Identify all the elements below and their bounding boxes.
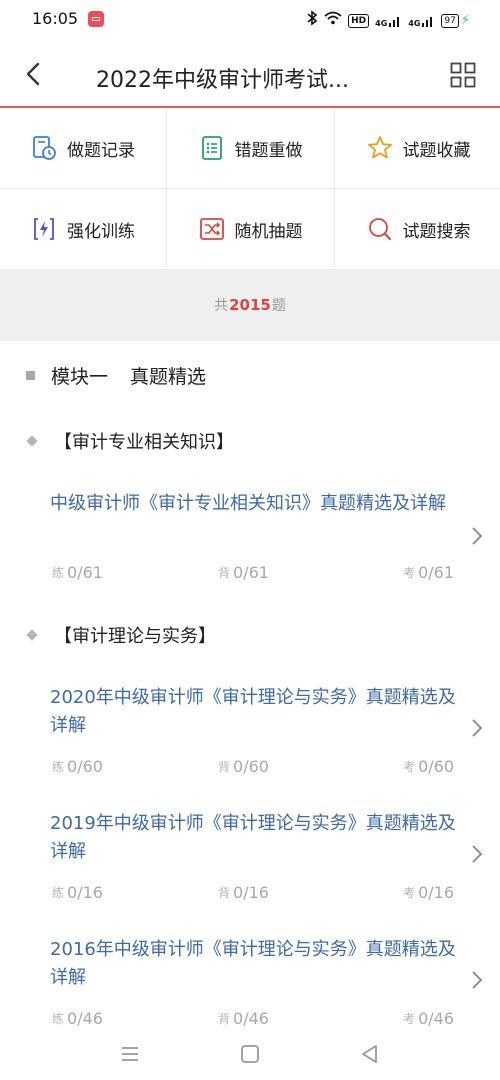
wifi-icon — [324, 11, 342, 30]
wrong-redo-button[interactable]: 错题重做 — [167, 108, 334, 188]
recite-stat: 背 0/61 — [218, 563, 269, 582]
item-title: 2020年中级审计师《审计理论与实务》真题精选及详解 — [50, 687, 456, 736]
random-pick-label: 随机抽题 — [234, 221, 303, 242]
section-header: 【审计专业相关知识】 — [26, 428, 234, 454]
system-back-button[interactable] — [358, 1042, 382, 1066]
header-bar: 2022年中级审计师考试... — [0, 40, 500, 108]
section-title: 【审计理论与实务】 — [54, 626, 216, 647]
notification-icon — [88, 11, 104, 27]
exam-stat: 考 0/46 — [403, 1009, 454, 1028]
bluetooth-icon — [306, 10, 318, 31]
item-stats: 练 0/60 背 0/60 考 0/60 — [50, 757, 454, 781]
item-stats: 练 0/16 背 0/16 考 0/16 — [50, 883, 454, 907]
intensive-training-button[interactable]: 强化训练 — [0, 189, 166, 269]
battery-icon: 97 ⚡ — [441, 13, 470, 28]
count-prefix: 共 — [214, 298, 229, 314]
favorites-button[interactable]: 试题收藏 — [335, 108, 500, 188]
history-icon — [33, 136, 56, 160]
exam-stat: 考 0/61 — [403, 563, 454, 582]
chevron-left-icon — [26, 62, 40, 86]
module-number: 模块一 — [51, 366, 109, 388]
grid-menu-button[interactable] — [450, 62, 476, 88]
question-search-button[interactable]: 试题搜索 — [335, 189, 500, 269]
grid-icon — [450, 62, 476, 88]
signal-icon-1: 4G — [375, 14, 402, 28]
item-title: 2016年中级审计师《审计理论与实务》真题精选及详解 — [50, 939, 456, 988]
exam-stat: 考 0/16 — [403, 883, 454, 902]
back-button[interactable] — [18, 58, 50, 90]
status-bar: 16:05 HD 4G 4G 97 ⚡ — [0, 0, 500, 40]
question-search-label: 试题搜索 — [402, 221, 471, 242]
back-icon — [362, 1045, 377, 1063]
home-icon — [241, 1045, 259, 1063]
hd-badge: HD — [348, 13, 370, 28]
practice-stat: 练 0/16 — [52, 883, 103, 902]
practice-stat: 练 0/61 — [52, 563, 103, 582]
question-count: 2015 — [229, 296, 271, 314]
section-title: 【审计专业相关知识】 — [54, 432, 234, 453]
intensive-training-label: 强化训练 — [67, 221, 135, 242]
history-label: 做题记录 — [67, 140, 135, 161]
chevron-right-icon — [472, 845, 483, 863]
home-button[interactable] — [238, 1042, 262, 1066]
list-item[interactable]: 2020年中级审计师《审计理论与实务》真题精选及详解 练 0/60 背 0/60 考… — [0, 684, 500, 804]
chevron-right-icon — [472, 719, 483, 737]
question-count-banner: 共 2015 题 — [0, 269, 500, 341]
chevron-right-icon — [472, 971, 483, 989]
recent-apps-button[interactable] — [118, 1042, 142, 1066]
recite-stat: 背 0/46 — [218, 1009, 269, 1028]
list-item[interactable]: 中级审计师《审计专业相关知识》真题精选及详解 练 0/61 背 0/61 考 0/61 — [0, 490, 500, 610]
recite-stat: 背 0/16 — [218, 883, 269, 902]
search-icon — [368, 218, 391, 240]
status-icons: HD 4G 4G 97 ⚡ — [306, 10, 470, 31]
square-bullet-icon — [26, 371, 35, 380]
recite-stat: 背 0/60 — [218, 757, 269, 776]
page-title: 2022年中级审计师考试... — [96, 68, 349, 93]
signal-icon-2: 4G — [408, 14, 435, 28]
favorites-label: 试题收藏 — [402, 140, 471, 161]
list-item[interactable]: 2019年中级审计师《审计理论与实务》真题精选及详解 练 0/16 背 0/16 考… — [0, 810, 500, 930]
diamond-bullet-icon — [26, 435, 38, 447]
practice-stat: 练 0/60 — [52, 757, 103, 776]
charging-icon: ⚡ — [460, 13, 470, 28]
module-header: 模块一 真题精选 — [26, 362, 206, 389]
item-stats: 练 0/61 背 0/61 考 0/61 — [50, 563, 454, 587]
item-title: 中级审计师《审计专业相关知识》真题精选及详解 — [50, 493, 446, 514]
list-icon — [201, 136, 222, 160]
history-button[interactable]: 做题记录 — [0, 108, 166, 188]
random-pick-button[interactable]: 随机抽题 — [167, 189, 334, 269]
function-grid: 做题记录 错题重做 试题收藏 强化训练 随机抽题 试题搜索 — [0, 108, 500, 269]
status-time: 16:05 — [32, 9, 79, 28]
section-header: 【审计理论与实务】 — [26, 622, 216, 648]
diamond-bullet-icon — [26, 629, 38, 641]
menu-icon — [122, 1047, 138, 1061]
shuffle-icon — [199, 218, 224, 240]
count-suffix: 题 — [271, 298, 286, 314]
chevron-right-icon — [472, 527, 483, 545]
module-name: 真题精选 — [130, 366, 207, 388]
lightning-icon — [34, 218, 54, 240]
practice-stat: 练 0/46 — [52, 1009, 103, 1028]
wrong-redo-label: 错题重做 — [234, 140, 303, 161]
star-icon — [367, 136, 392, 159]
exam-stat: 考 0/60 — [403, 757, 454, 776]
item-title: 2019年中级审计师《审计理论与实务》真题精选及详解 — [50, 813, 456, 862]
system-nav-bar — [0, 1030, 500, 1080]
